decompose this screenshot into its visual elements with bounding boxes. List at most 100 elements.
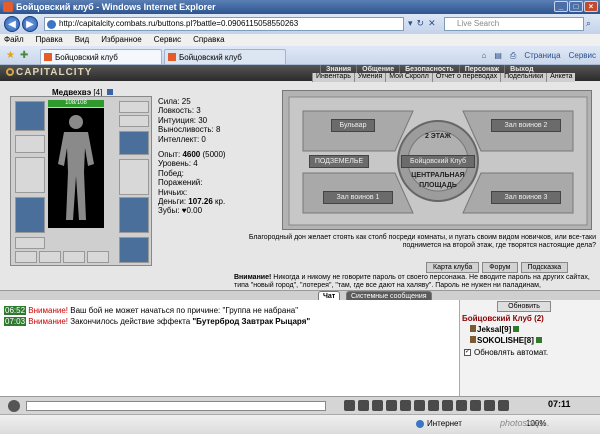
member-row[interactable]: SOKOLISHE[8] — [470, 336, 543, 345]
map-basement[interactable]: ПОДЗЕМЕЛЬЕ — [309, 155, 369, 168]
favorites-star-icon[interactable]: ★ — [6, 50, 15, 61]
shield-slot[interactable] — [119, 159, 149, 195]
book-icon[interactable] — [442, 400, 453, 411]
forum-button[interactable]: Форум — [482, 262, 518, 273]
clan-icon — [470, 336, 476, 343]
feeds-icon[interactable]: ▤ — [494, 51, 502, 61]
subnav-skills[interactable]: Умения — [353, 73, 385, 82]
game-clock: 07:11 — [548, 399, 571, 409]
tab-bar: ★ ✚ Бойцовский клуб Бойцовский клуб ⌂ ▤ … — [0, 46, 600, 65]
member-row[interactable]: Jeksal[9] — [470, 325, 520, 334]
hint-button[interactable]: Подсказка — [520, 262, 569, 273]
boots-slot[interactable] — [119, 237, 149, 263]
map-hall-1[interactable]: Зал воинов 1 — [323, 191, 393, 204]
amulet-slot[interactable] — [119, 101, 149, 113]
map-hall-3[interactable]: Зал воинов 3 — [491, 191, 561, 204]
info-icon[interactable] — [536, 337, 543, 343]
maximize-button[interactable]: □ — [569, 1, 583, 12]
tab-favicon — [168, 53, 176, 61]
map-square-line1[interactable]: ЦЕНТРАЛЬНАЯ — [401, 171, 475, 181]
pocket-slot-2[interactable] — [39, 251, 61, 263]
pocket-slot-4[interactable] — [87, 251, 109, 263]
scroll-icon[interactable] — [456, 400, 467, 411]
info-icon[interactable] — [106, 89, 113, 95]
refresh-button[interactable]: Обновить — [497, 301, 551, 312]
menu-favorites[interactable]: Избранное — [101, 35, 142, 45]
tab-club-2[interactable]: Бойцовский клуб — [164, 49, 286, 64]
map-boulevard[interactable]: Бульвар — [331, 119, 375, 132]
filter-icon[interactable] — [372, 400, 383, 411]
tab-club-1[interactable]: Бойцовский клуб — [40, 49, 162, 64]
checkbox-icon[interactable]: ✓ — [464, 349, 471, 357]
draws: Ничьих: — [158, 187, 188, 197]
smiley-icon[interactable] — [358, 400, 369, 411]
teeth: Зубы: ♥0.00 — [158, 206, 203, 216]
security-zone: Интернет — [416, 419, 462, 428]
armor-slot[interactable] — [15, 197, 45, 233]
map-square-line2[interactable]: ПЛОЩАДЬ — [401, 181, 475, 191]
stat-intellect: Интеллект: 0 — [158, 134, 206, 144]
send-icon[interactable] — [344, 400, 355, 411]
chat-mode-icon[interactable] — [8, 400, 20, 412]
subnav-inventory[interactable]: Инвентарь — [312, 73, 354, 82]
close-button[interactable]: × — [584, 1, 598, 12]
stat-endurance: Выносливость: 8 — [158, 125, 221, 135]
belt-slot[interactable] — [15, 237, 45, 249]
search-input[interactable]: Live Search — [444, 17, 584, 31]
home-icon[interactable]: ⌂ — [482, 51, 487, 61]
helmet-slot[interactable] — [15, 101, 45, 131]
settings-icon[interactable] — [470, 400, 481, 411]
pants-slot[interactable] — [119, 197, 149, 233]
menu-view[interactable]: Вид — [75, 35, 89, 45]
music-icon[interactable] — [428, 400, 439, 411]
character-avatar — [48, 108, 104, 228]
subnav-transfers[interactable]: Отчет о переводах — [431, 73, 500, 82]
tab-favicon — [44, 53, 52, 61]
menu-tools[interactable]: Сервис — [154, 35, 181, 45]
hammer-icon[interactable] — [386, 400, 397, 411]
add-favorite-icon[interactable]: ✚ — [20, 50, 28, 61]
browser-icon — [3, 2, 13, 12]
people-icon[interactable] — [400, 400, 411, 411]
wins: Побед: — [158, 168, 184, 178]
print-icon[interactable]: ⎙ — [510, 51, 516, 61]
subnav-partners[interactable]: Подельники — [500, 73, 546, 82]
map-hall-2[interactable]: Зал воинов 2 — [491, 119, 561, 132]
search-icon[interactable]: ⌕ — [586, 18, 591, 29]
experience: Опыт: 4600 (5000) — [158, 150, 226, 160]
page-menu[interactable]: Страница — [524, 51, 560, 61]
globe-icon — [416, 419, 424, 428]
clear-icon[interactable] — [498, 400, 509, 411]
stat-strength: Сила: 25 — [158, 97, 191, 106]
sound-icon[interactable] — [484, 400, 495, 411]
dropdown-icon[interactable]: ▾ — [408, 18, 413, 29]
url-input[interactable]: http://capitalcity.combats.ru/buttons.pl… — [44, 17, 404, 31]
chat-area: 06:52 Внимание! Ваш бой не может начатьс… — [0, 300, 460, 396]
back-icon[interactable]: ◀ — [4, 16, 20, 32]
stop-icon[interactable]: ✕ — [428, 18, 436, 29]
club-map-button[interactable]: Карта клуба — [426, 262, 480, 273]
subnav-profile[interactable]: Анкета — [546, 73, 575, 82]
weapon-slot[interactable] — [15, 157, 45, 193]
map-fight-club[interactable]: Бойцовский Клуб — [401, 155, 475, 168]
gloves-slot[interactable] — [119, 131, 149, 155]
pocket-slot-3[interactable] — [63, 251, 85, 263]
tools-menu[interactable]: Сервис — [569, 51, 596, 61]
pocket-slot-1[interactable] — [15, 251, 37, 263]
menu-bar: Файл Правка Вид Избранное Сервис Справка — [0, 34, 600, 46]
password-warning: Внимание! Никогда и никому не говорите п… — [234, 274, 590, 289]
bracer-slot[interactable] — [15, 135, 45, 153]
refresh-icon[interactable]: ↻ — [417, 18, 425, 29]
auto-refresh-checkbox[interactable]: ✓ Обновлять автомат. — [464, 348, 548, 357]
forward-icon[interactable]: ▶ — [22, 16, 38, 32]
ring-slot[interactable] — [119, 115, 149, 127]
minimize-button[interactable]: _ — [554, 1, 568, 12]
map-floor-2[interactable]: 2 ЭТАЖ — [415, 131, 461, 142]
menu-file[interactable]: Файл — [4, 35, 24, 45]
fight-icon[interactable] — [414, 400, 425, 411]
chat-input[interactable] — [26, 401, 326, 411]
info-icon[interactable] — [513, 326, 520, 332]
subnav-scroll[interactable]: Мой Скролл — [385, 73, 432, 82]
menu-help[interactable]: Справка — [193, 35, 224, 45]
menu-edit[interactable]: Правка — [36, 35, 63, 45]
